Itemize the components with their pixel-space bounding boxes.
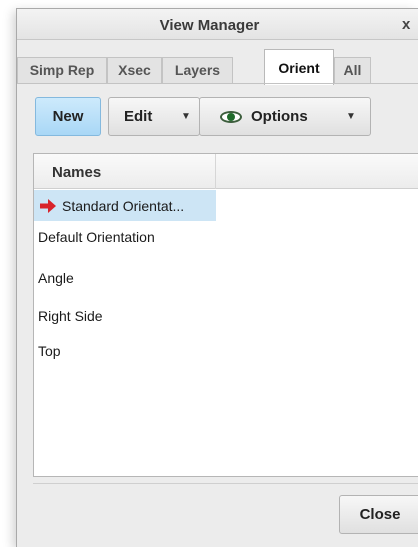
red-arrow-icon (40, 198, 56, 213)
close-icon[interactable]: x (402, 16, 410, 33)
tab-all[interactable]: All (334, 57, 371, 83)
list-item-label: Top (38, 342, 61, 359)
title-bar[interactable]: View Manager x (17, 9, 418, 40)
list-item[interactable]: Standard Orientat... (34, 190, 216, 221)
list-item[interactable]: Angle (34, 262, 414, 293)
list-header: Names (34, 154, 418, 189)
options-button-label: Options (251, 108, 308, 125)
eye-icon (220, 110, 242, 123)
view-manager-dialog: View Manager x Simp Rep Xsec Layers Orie… (16, 8, 418, 547)
edit-dropdown-button[interactable]: Edit ▼ (108, 97, 200, 136)
edit-button-label: Edit (124, 108, 153, 125)
close-button-label: Close (359, 506, 401, 523)
tab-orient[interactable]: Orient (264, 49, 334, 85)
list-item-label: Default Orientation (38, 228, 155, 245)
list-item[interactable]: Right Side (34, 300, 414, 331)
tab-layers[interactable]: Layers (162, 57, 233, 83)
caret-down-icon: ▼ (181, 111, 191, 122)
footer-divider (33, 483, 418, 484)
toolbar: New Edit ▼ Options ▼ (17, 97, 418, 145)
close-button[interactable]: Close (339, 495, 418, 534)
new-button-label: New (52, 108, 84, 125)
tab-simp-rep[interactable]: Simp Rep (17, 57, 107, 83)
list-item[interactable]: Default Orientation (34, 221, 414, 252)
new-button[interactable]: New (35, 97, 101, 136)
list-item-label: Right Side (38, 307, 103, 324)
list-item-label: Standard Orientat... (62, 197, 185, 214)
orientation-list[interactable]: Names Standard Orientat... Default Orien… (33, 153, 418, 477)
column-header-names[interactable]: Names (34, 154, 216, 189)
tab-divider (17, 83, 418, 84)
caret-down-icon: ▼ (346, 111, 356, 122)
list-item-label: Angle (38, 269, 74, 286)
options-dropdown-button[interactable]: Options ▼ (199, 97, 371, 136)
list-item[interactable]: Top (34, 335, 414, 366)
tab-xsec[interactable]: Xsec (107, 57, 162, 83)
dialog-title: View Manager (159, 17, 260, 34)
tab-bar: Simp Rep Xsec Layers Orient All (17, 49, 418, 85)
